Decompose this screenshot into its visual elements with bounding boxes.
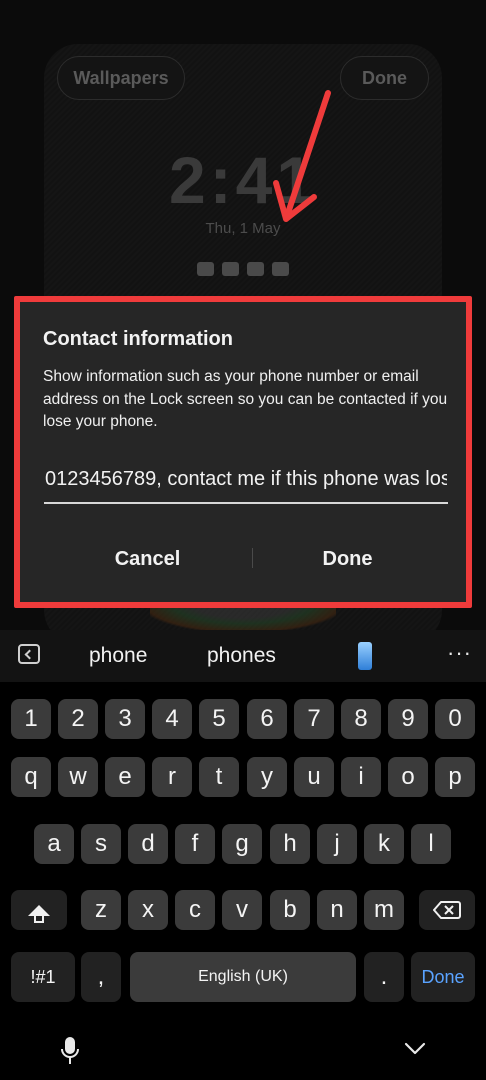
space-key[interactable]: English (UK) bbox=[130, 952, 356, 1002]
key-u[interactable]: u bbox=[294, 757, 334, 797]
key-s[interactable]: s bbox=[81, 824, 121, 864]
backspace-icon bbox=[433, 901, 461, 919]
key-g[interactable]: g bbox=[222, 824, 262, 864]
symbols-key[interactable]: !#1 bbox=[11, 952, 75, 1002]
key-4[interactable]: 4 bbox=[152, 699, 192, 739]
key-3[interactable]: 3 bbox=[105, 699, 145, 739]
suggestion-bar: phone phones ··· bbox=[0, 630, 486, 682]
key-8[interactable]: 8 bbox=[341, 699, 381, 739]
wallpapers-button[interactable]: Wallpapers bbox=[57, 56, 185, 100]
key-6[interactable]: 6 bbox=[247, 699, 287, 739]
period-key[interactable]: . bbox=[364, 952, 404, 1002]
key-i[interactable]: i bbox=[341, 757, 381, 797]
annotation-highlight-box bbox=[14, 296, 472, 608]
hide-keyboard-chevron-down-icon[interactable] bbox=[404, 1042, 426, 1056]
key-d[interactable]: d bbox=[128, 824, 168, 864]
keyboard: 1 2 3 4 5 6 7 8 9 0 q w e r t y u i o p … bbox=[0, 682, 486, 1080]
key-2[interactable]: 2 bbox=[58, 699, 98, 739]
key-n[interactable]: n bbox=[317, 890, 357, 930]
key-c[interactable]: c bbox=[175, 890, 215, 930]
key-1[interactable]: 1 bbox=[11, 699, 51, 739]
toolbar-toggle-icon[interactable] bbox=[18, 644, 40, 664]
more-options-icon[interactable]: ··· bbox=[447, 640, 472, 666]
key-9[interactable]: 9 bbox=[388, 699, 428, 739]
missed-call-icon bbox=[197, 262, 214, 276]
microphone-icon[interactable] bbox=[60, 1036, 80, 1066]
key-p[interactable]: p bbox=[435, 757, 475, 797]
lockscreen-clock: 2:41 bbox=[168, 143, 318, 217]
key-x[interactable]: x bbox=[128, 890, 168, 930]
key-y[interactable]: y bbox=[247, 757, 287, 797]
suggestion-phones[interactable]: phones bbox=[207, 644, 276, 668]
key-b[interactable]: b bbox=[270, 890, 310, 930]
message-icon bbox=[222, 262, 239, 276]
key-k[interactable]: k bbox=[364, 824, 404, 864]
key-r[interactable]: r bbox=[152, 757, 192, 797]
key-j[interactable]: j bbox=[317, 824, 357, 864]
key-f[interactable]: f bbox=[175, 824, 215, 864]
keyboard-done-key[interactable]: Done bbox=[411, 952, 475, 1002]
key-a[interactable]: a bbox=[34, 824, 74, 864]
annotation-arrow-icon bbox=[273, 90, 331, 222]
suggestion-phone[interactable]: phone bbox=[89, 644, 147, 668]
key-o[interactable]: o bbox=[388, 757, 428, 797]
key-e[interactable]: e bbox=[105, 757, 145, 797]
mobile-phone-emoji-icon[interactable] bbox=[358, 642, 372, 670]
lockscreen-done-button[interactable]: Done bbox=[340, 56, 429, 100]
key-0[interactable]: 0 bbox=[435, 699, 475, 739]
key-m[interactable]: m bbox=[364, 890, 404, 930]
key-q[interactable]: q bbox=[11, 757, 51, 797]
key-7[interactable]: 7 bbox=[294, 699, 334, 739]
battery-icon bbox=[272, 262, 289, 276]
key-z[interactable]: z bbox=[81, 890, 121, 930]
key-w[interactable]: w bbox=[58, 757, 98, 797]
shift-icon bbox=[28, 904, 50, 923]
email-icon bbox=[247, 262, 264, 276]
comma-key[interactable]: , bbox=[81, 952, 121, 1002]
lockscreen-date: Thu, 1 May bbox=[205, 220, 281, 237]
key-5[interactable]: 5 bbox=[199, 699, 239, 739]
key-v[interactable]: v bbox=[222, 890, 262, 930]
notification-icons bbox=[197, 262, 289, 276]
key-h[interactable]: h bbox=[270, 824, 310, 864]
backspace-key[interactable] bbox=[419, 890, 475, 930]
shift-key[interactable] bbox=[11, 890, 67, 930]
key-t[interactable]: t bbox=[199, 757, 239, 797]
key-l[interactable]: l bbox=[411, 824, 451, 864]
